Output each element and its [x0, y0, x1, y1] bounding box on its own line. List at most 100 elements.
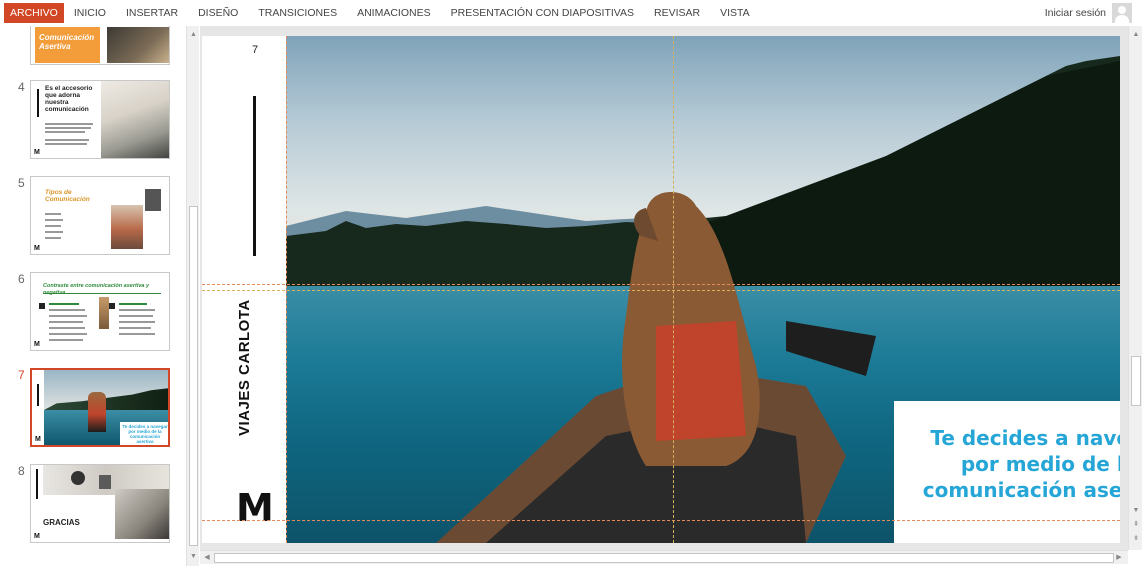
thumb-number: 6: [18, 272, 25, 286]
signin-area[interactable]: Iniciar sesión: [1045, 0, 1132, 26]
thumb-divider: [43, 293, 161, 294]
scroll-down-icon[interactable]: ▼: [1131, 506, 1141, 516]
thumb-text-line: [45, 225, 61, 227]
thumb-text-line: [45, 213, 61, 215]
scroll-up-icon[interactable]: ▲: [1131, 30, 1141, 40]
thumb-logo: M: [34, 533, 40, 540]
thumb-text-line: [49, 339, 83, 341]
thumb-photo: [107, 27, 169, 63]
thumb-text-line: [119, 309, 155, 311]
tab-presentacion[interactable]: PRESENTACIÓN CON DIAPOSITIVAS: [441, 0, 644, 26]
tab-archivo[interactable]: ARCHIVO: [4, 3, 64, 23]
thumb-number: 4: [18, 80, 25, 94]
thumbnail-slide-5[interactable]: Tipos de Comunicación M: [30, 176, 170, 255]
caption-line-3: comunicación asertiva: [922, 478, 1120, 502]
ribbon-tab-bar: ARCHIVO INICIO INSERTAR DISEÑO TRANSICIO…: [0, 0, 1142, 26]
current-slide[interactable]: 7 VIAJES CARLOTA M Te decides a nav por …: [202, 36, 1120, 543]
tab-transiciones[interactable]: TRANSICIONES: [248, 0, 347, 26]
thumb-title: Comunicación Asertiva: [39, 33, 95, 51]
guide-horizontal: [202, 520, 1120, 521]
thumb-text-line: [119, 303, 147, 305]
thumb-logo: M: [34, 245, 40, 252]
thumb-photo: [99, 297, 109, 329]
thumb-text-line: [45, 231, 63, 233]
thumb-logo: M: [35, 436, 41, 443]
thumb-text-line: [49, 333, 87, 335]
thumb-photo-small: [145, 189, 161, 211]
caption-box[interactable]: Te decides a navegar por medio de la com…: [894, 401, 1120, 543]
thumb-logo: M: [34, 341, 40, 348]
thumbnail-scroll-thumb[interactable]: [189, 206, 198, 546]
tab-revisar[interactable]: REVISAR: [644, 0, 710, 26]
thumb-bar: [37, 89, 39, 117]
editor-vertical-scrollbar[interactable]: ▲ ▼ ⇞ ⇟: [1128, 26, 1142, 550]
slide-number: 7: [252, 44, 259, 56]
thumbnail-slide-4[interactable]: Es el accesorio que adorna nuestra comun…: [30, 80, 170, 159]
thumbnail-slide-3[interactable]: Comunicación Asertiva: [30, 26, 170, 65]
caption-line-1: Te decides a navegar: [930, 426, 1120, 450]
thumb-marker: [39, 303, 45, 309]
editor-horizontal-scrollbar[interactable]: ◀ ▶: [200, 550, 1128, 564]
tab-animaciones[interactable]: ANIMACIONES: [347, 0, 441, 26]
editor-scroll-thumb[interactable]: [1131, 356, 1141, 406]
thumb-text-line: [45, 237, 61, 239]
thumbnail-scrollbar[interactable]: ▲ ▼: [186, 26, 199, 566]
scroll-right-icon[interactable]: ▶: [1114, 553, 1124, 563]
thumbnail-slide-8[interactable]: GRACIAS M: [30, 464, 170, 543]
thumbnail-slide-6[interactable]: Contraste entre comunicación asertiva y …: [30, 272, 170, 351]
thumb-text-line: [45, 123, 93, 125]
thumb-person: [88, 392, 106, 432]
thumb-text-line: [49, 327, 85, 329]
horizontal-scroll-thumb[interactable]: [214, 553, 1114, 563]
thumb-bar: [37, 384, 39, 406]
thumb-text-line: [49, 315, 87, 317]
signin-label[interactable]: Iniciar sesión: [1045, 7, 1106, 19]
thumb-marker: [109, 303, 115, 309]
tab-inicio[interactable]: INICIO: [64, 0, 116, 26]
slide-vertical-bar: [253, 96, 256, 256]
thumb-number: 5: [18, 176, 25, 190]
guide-vertical: [286, 36, 287, 543]
thumb-text-line: [45, 219, 63, 221]
thumb-title: Contraste entre comunicación asertiva y …: [43, 283, 150, 296]
previous-slide-icon[interactable]: ⇞: [1131, 520, 1141, 530]
slide-thumbnail-pane: Comunicación Asertiva 4 Es el accesorio …: [0, 26, 200, 566]
slide-editor: 7 VIAJES CARLOTA M Te decides a nav por …: [200, 26, 1128, 550]
thumb-text-line: [119, 327, 151, 329]
thumb-caption: Te decides a navegar por medio de la com…: [122, 424, 168, 444]
thumb-text-line: [49, 303, 79, 305]
thumb-title: GRACIAS: [43, 518, 80, 527]
thumb-title: Es el accesorio que adorna nuestra comun…: [45, 85, 93, 113]
guide-horizontal: [202, 284, 1120, 285]
thumb-text-line: [45, 139, 89, 141]
thumb-object: [71, 471, 85, 485]
m-logo[interactable]: M: [236, 486, 274, 530]
thumb-text-line: [49, 309, 85, 311]
next-slide-icon[interactable]: ⇟: [1131, 534, 1141, 544]
avatar-icon[interactable]: [1112, 3, 1132, 23]
thumb-photo: [101, 81, 169, 158]
scroll-down-icon[interactable]: ▼: [189, 552, 198, 562]
scroll-up-icon[interactable]: ▲: [189, 30, 198, 40]
thumb-text-line: [119, 315, 153, 317]
tab-diseno[interactable]: DISEÑO: [188, 0, 248, 26]
thumb-number: 7: [18, 368, 25, 382]
thumb-text-line: [45, 143, 87, 145]
thumb-text-line: [119, 333, 155, 335]
tab-vista[interactable]: VISTA: [710, 0, 760, 26]
thumb-number: 8: [18, 464, 25, 478]
brand-text[interactable]: VIAJES CARLOTA: [236, 299, 253, 436]
caption-text[interactable]: Te decides a navegar por medio de la com…: [894, 425, 1120, 503]
thumb-logo: M: [34, 149, 40, 156]
thumb-object: [99, 475, 111, 489]
tab-insertar[interactable]: INSERTAR: [116, 0, 188, 26]
guide-horizontal: [202, 290, 1120, 291]
scroll-left-icon[interactable]: ◀: [202, 553, 212, 563]
thumbnail-slide-7[interactable]: Te decides a navegar por medio de la com…: [30, 368, 170, 447]
thumb-text-line: [119, 321, 155, 323]
thumb-photo: [111, 205, 143, 249]
thumb-text-line: [45, 127, 91, 129]
thumb-text-line: [45, 131, 85, 133]
thumb-bar: [36, 469, 38, 499]
thumb-text-line: [49, 321, 83, 323]
